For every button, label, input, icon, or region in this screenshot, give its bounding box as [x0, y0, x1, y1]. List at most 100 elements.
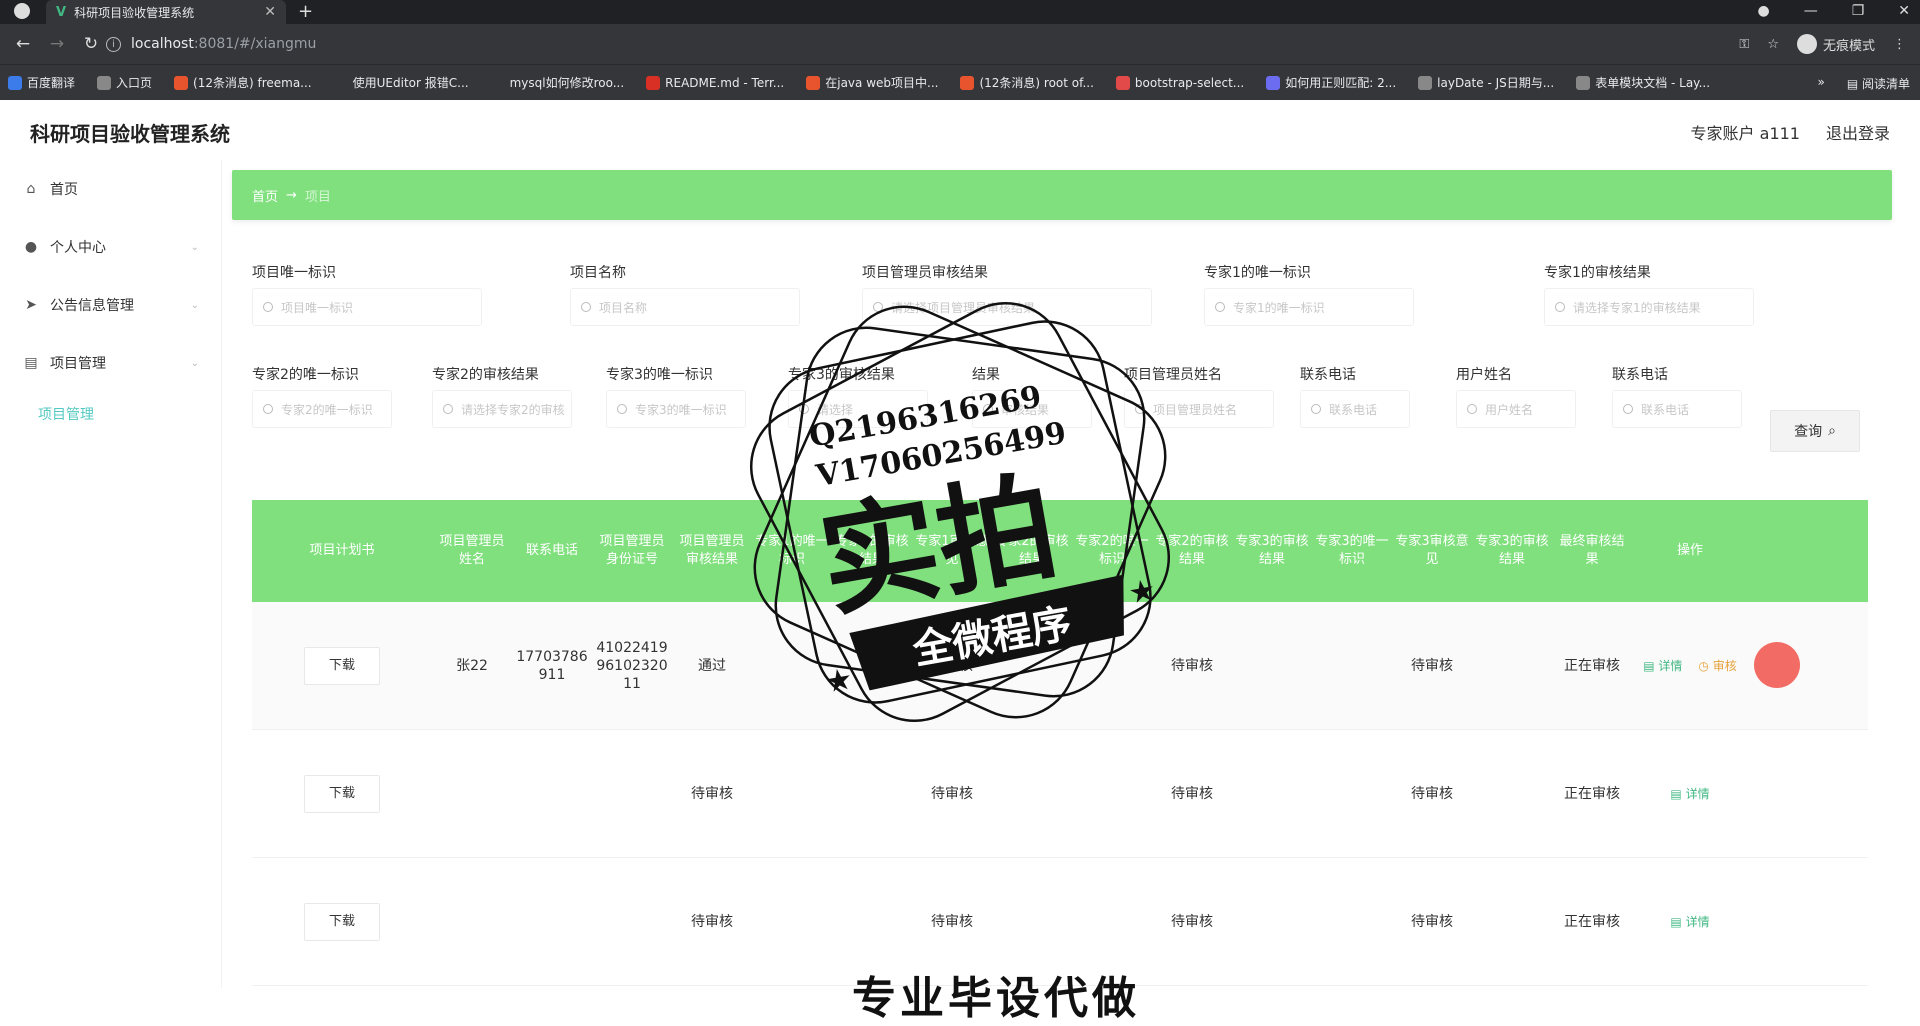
table-header-cell[interactable]: 专家3的审核结果: [1472, 533, 1552, 569]
breadcrumb-current: 项目: [304, 189, 331, 205]
filter-input[interactable]: 用户姓名: [1456, 390, 1576, 428]
table-cell: 正在审核: [1552, 913, 1632, 931]
filter-input[interactable]: 专家2的唯一标识: [252, 390, 392, 428]
filter-input[interactable]: 请选择专家2的审核: [432, 390, 572, 428]
bookmarks-bar: 百度翻译 入口页 (12条消息) freema... 使用UEditor 报错C...…: [0, 64, 1920, 100]
minimize-icon[interactable]: —: [1804, 3, 1818, 19]
url-field[interactable]: i localhost:8081/#/xiangmu: [106, 30, 1756, 58]
table-header-cell[interactable]: 专家3审核意见: [1392, 533, 1472, 569]
bookmark-item[interactable]: mysql如何修改roo...: [490, 74, 624, 91]
filter-placeholder: 项目管理员姓名: [1153, 402, 1238, 417]
tab-close-icon[interactable]: ✕: [264, 4, 276, 20]
account-label[interactable]: 专家账户 a111: [1691, 120, 1800, 144]
table-header-cell[interactable]: 最终审核结果: [1552, 533, 1632, 569]
sidebar-item[interactable]: ⌂ 首页: [0, 160, 221, 218]
table-header-cell[interactable]: 专家1的审核结果: [832, 533, 912, 569]
filter-input[interactable]: 联系电话: [1300, 390, 1410, 428]
filter-placeholder: 专家3的唯一标识: [635, 402, 727, 417]
table-header-cell[interactable]: 项目管理员审核结果: [672, 533, 752, 569]
table-cell: 待审核: [1152, 657, 1232, 675]
table-header: 项目计划书 项目管理员姓名 联系电话 项目管理员身份证号 项目管理员审核结果 专家1的唯一…: [252, 500, 1868, 602]
list-icon: ▤: [24, 355, 38, 371]
browser-tab[interactable]: V 科研项目验收管理系统 ✕: [46, 0, 286, 24]
review-link[interactable]: ◷ 审核: [1698, 659, 1736, 673]
filter-placeholder: 项目唯一标识: [281, 300, 354, 315]
bookmark-item[interactable]: 表单模块文档 - Lay...: [1576, 74, 1710, 91]
reload-icon[interactable]: ↻: [80, 34, 102, 54]
bookmark-item[interactable]: 百度翻译: [8, 74, 75, 91]
filter-placeholder: 专家2的唯一标识: [281, 402, 373, 417]
more-icon[interactable]: ⋮: [1893, 37, 1906, 52]
filter-input[interactable]: 项目唯一标识: [252, 288, 482, 326]
forward-icon[interactable]: →: [46, 34, 68, 54]
table-header-cell[interactable]: 操作: [1632, 542, 1748, 560]
search-icon: [263, 302, 273, 312]
table-cell: 待审核: [672, 913, 752, 931]
key-icon[interactable]: ⚿: [1739, 37, 1749, 52]
table-header-cell[interactable]: 专家2的审核结果: [992, 533, 1072, 569]
bookmark-item[interactable]: (12条消息) freema...: [174, 74, 312, 91]
filter-input[interactable]: 审核结果: [972, 390, 1092, 428]
download-button[interactable]: 下载: [304, 902, 380, 941]
bookmark-item[interactable]: 入口页: [97, 74, 152, 91]
table-header-cell[interactable]: 专家3的审核结果: [1232, 533, 1312, 569]
profile-icon[interactable]: ●: [1757, 3, 1769, 19]
sidebar-item[interactable]: ➤ 公告信息管理 ⌄: [0, 276, 221, 334]
back-icon[interactable]: ←: [12, 34, 34, 54]
sidebar-subitem-project[interactable]: 项目管理: [0, 392, 221, 436]
sidebar-item[interactable]: ● 个人中心 ⌄: [0, 218, 221, 276]
bookmark-item[interactable]: 使用UEditor 报错C...: [333, 74, 469, 91]
new-tab-icon[interactable]: +: [298, 1, 313, 22]
bookmarks-overflow-icon[interactable]: »: [1817, 75, 1824, 92]
bookmark-item[interactable]: 在java web项目中...: [806, 74, 938, 91]
table-header-cell[interactable]: 专家1审核意见: [912, 533, 992, 569]
cell-expert1-result: 待审核: [931, 913, 973, 930]
breadcrumb-home[interactable]: 首页: [252, 186, 278, 205]
filter-input[interactable]: 请选择: [788, 390, 928, 428]
reading-list[interactable]: ▤ 阅读清单: [1847, 75, 1910, 92]
bookmark-favicon-icon: [1418, 75, 1433, 90]
bookmark-item[interactable]: README.md - Terr...: [646, 75, 784, 90]
filter-input[interactable]: 项目名称: [570, 288, 800, 326]
filter-input[interactable]: 专家1的唯一标识: [1204, 288, 1414, 326]
download-button[interactable]: 下载: [304, 774, 380, 813]
close-window-icon[interactable]: ✕: [1898, 3, 1910, 19]
bookmark-item[interactable]: bootstrap-select...: [1115, 75, 1244, 90]
detail-link[interactable]: ▤ 详情: [1670, 915, 1709, 929]
query-button[interactable]: 查询 ⌕: [1770, 410, 1860, 452]
table-header-cell[interactable]: 专家2的唯一标识: [1072, 533, 1152, 569]
filter-placeholder: 用户姓名: [1485, 402, 1534, 417]
site-info-icon[interactable]: i: [106, 36, 121, 52]
filter-input[interactable]: 请选择项目管理员审核结果: [862, 288, 1152, 326]
table-header-cell[interactable]: 专家3的唯一标识: [1312, 533, 1392, 569]
table-header-cell[interactable]: 项目管理员身份证号: [592, 533, 672, 569]
filter-input[interactable]: 请选择专家1的审核结果: [1544, 288, 1754, 326]
tab-title: 科研项目验收管理系统: [74, 5, 195, 20]
bookmark-label: 在java web项目中...: [825, 76, 939, 90]
sidebar-item[interactable]: ▤ 项目管理 ⌄: [0, 334, 221, 392]
filter-input[interactable]: 项目管理员姓名: [1124, 390, 1274, 428]
star-icon[interactable]: ☆: [1767, 37, 1779, 52]
table-header-cell[interactable]: 项目管理员姓名: [432, 533, 512, 569]
table-header-cell[interactable]: 联系电话: [512, 542, 592, 560]
bookmark-item[interactable]: layDate - JS日期与...: [1418, 74, 1554, 91]
chrome-menu-icon[interactable]: [14, 3, 30, 19]
detail-link[interactable]: ▤ 详情: [1643, 659, 1682, 673]
table-cell: 张22: [432, 657, 512, 675]
filter-input[interactable]: 联系电话: [1612, 390, 1742, 428]
download-button[interactable]: 下载: [304, 646, 380, 685]
logout-link[interactable]: 退出登录: [1826, 120, 1890, 144]
bookmark-item[interactable]: (12条消息) root of...: [960, 74, 1094, 91]
bookmark-item[interactable]: 如何用正则匹配: 2...: [1266, 74, 1396, 91]
incognito-badge[interactable]: 无痕模式: [1796, 34, 1875, 54]
maximize-icon[interactable]: ❐: [1852, 3, 1865, 19]
table-header-cell[interactable]: 专家1的唯一标识: [752, 533, 832, 569]
detail-link[interactable]: ▤ 详情: [1670, 787, 1709, 801]
table-header-cell[interactable]: 项目计划书: [252, 542, 432, 560]
cell-expert1-result: 待审核: [931, 785, 973, 802]
search-icon: [443, 404, 453, 414]
action-label: 详情: [1658, 658, 1683, 673]
filter-input[interactable]: 专家3的唯一标识: [606, 390, 746, 428]
tab-bar: V 科研项目验收管理系统 ✕ + ● — ❐ ✕: [0, 0, 1920, 24]
table-header-cell[interactable]: 专家2的审核结果: [1152, 533, 1232, 569]
